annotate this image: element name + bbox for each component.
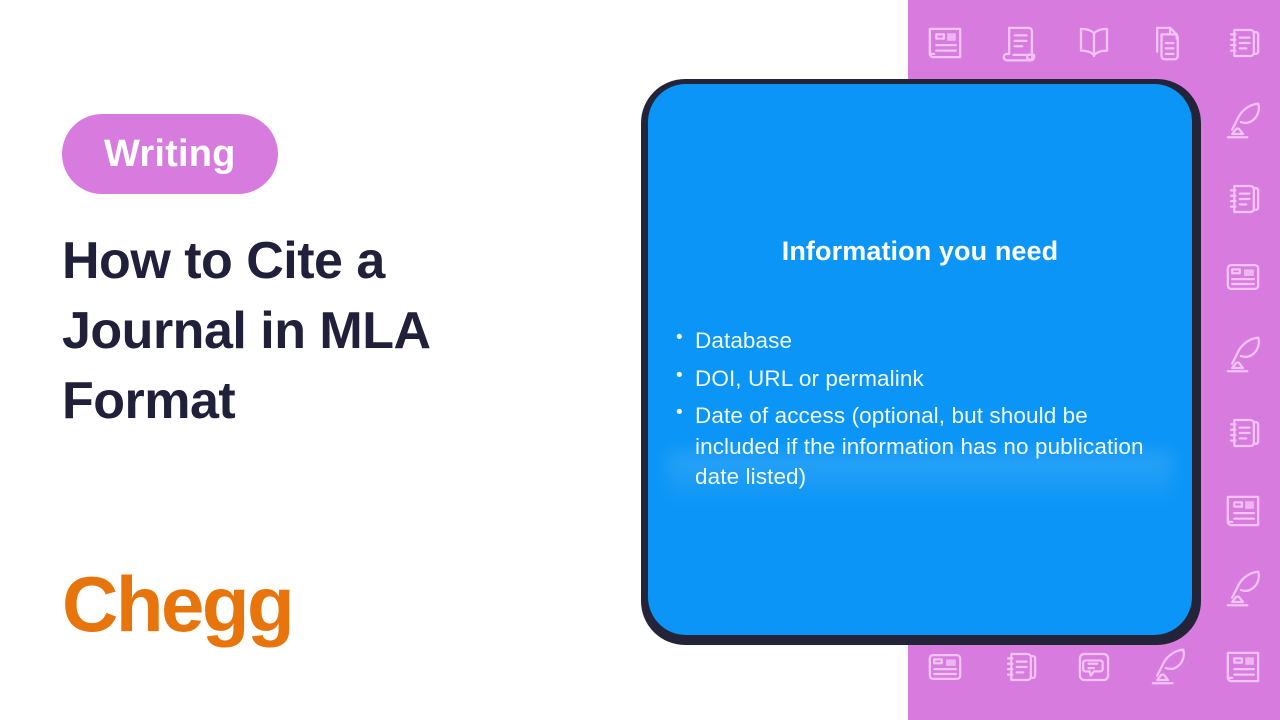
- document-stack-icon: [1142, 17, 1194, 69]
- left-text-column: Writing How to Cite a Journal in MLA For…: [62, 0, 582, 720]
- slide-bullet-item: Database: [676, 325, 1176, 357]
- notebook-icon: [1217, 17, 1269, 69]
- slide-card: Information you need Database DOI, URL or…: [648, 84, 1192, 635]
- quill-ink-icon: [1217, 329, 1269, 381]
- notebook-icon: [1217, 407, 1269, 459]
- scroll-icon: [994, 17, 1046, 69]
- chat-note-icon: [1068, 641, 1120, 693]
- article-card-icon: [1217, 251, 1269, 303]
- category-badge-label: Writing: [104, 133, 236, 175]
- notebook-icon: [1217, 173, 1269, 225]
- slide-bullet-item: Date of access (optional, but should be …: [676, 400, 1176, 493]
- chegg-logo: Chegg: [62, 560, 295, 648]
- notebook-icon: [994, 641, 1046, 693]
- quill-ink-icon: [1217, 95, 1269, 147]
- video-thumbnail-slide: Writing How to Cite a Journal in MLA For…: [0, 0, 1280, 720]
- newspaper-icon: [1217, 641, 1269, 693]
- newspaper-icon: [919, 17, 971, 69]
- quill-ink-icon: [1142, 641, 1194, 693]
- newspaper-icon: [1217, 485, 1269, 537]
- slide-bullet-item: DOI, URL or permalink: [676, 363, 1176, 395]
- page-title: How to Cite a Journal in MLA Format: [62, 232, 429, 431]
- quill-ink-icon: [1217, 563, 1269, 615]
- slide-heading: Information you need: [781, 236, 1059, 266]
- article-card-icon: [919, 641, 971, 693]
- slide-bullet-list: Database DOI, URL or permalink Date of acc…: [676, 325, 1176, 500]
- open-book-icon: [1068, 17, 1120, 69]
- category-badge: Writing: [62, 114, 278, 194]
